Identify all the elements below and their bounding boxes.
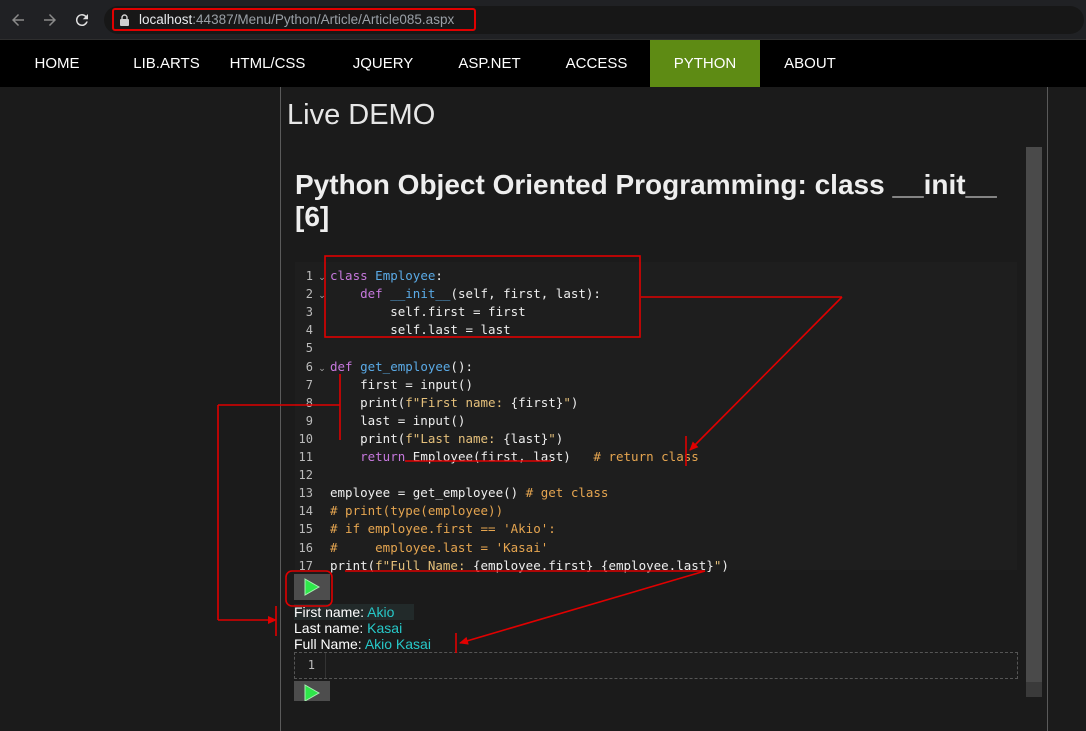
forward-button[interactable]: [38, 8, 62, 32]
line-number: 13: [298, 486, 313, 501]
fold-chevron-icon[interactable]: ⌄: [317, 267, 327, 285]
line-number: 4: [305, 323, 313, 338]
line-number: 11: [298, 450, 313, 464]
code-line: print(f"First name: {first}"): [330, 394, 579, 410]
scrollbar-thumb[interactable]: [1026, 147, 1042, 682]
run-button[interactable]: [294, 574, 330, 600]
gutter-separator: [325, 653, 326, 678]
nav-html-css[interactable]: HTML/CSS: [219, 40, 316, 87]
nav-access[interactable]: ACCESS: [543, 40, 650, 87]
reload-icon: [75, 14, 88, 27]
content-frame: Live DEMO Python Object Oriented Program…: [280, 87, 1048, 731]
code-line: employee = get_employee() # get class: [330, 485, 609, 501]
code-line: # print(type(employee)): [330, 503, 504, 519]
code-line: def get_employee():: [330, 358, 473, 374]
fold-chevron-icon[interactable]: ⌄: [317, 358, 327, 376]
code-line: self.last = last: [330, 322, 511, 338]
run-button-2[interactable]: [294, 681, 330, 701]
output-line-first: First name: Akio: [294, 604, 395, 620]
nav-asp-net[interactable]: ASP.NET: [436, 40, 543, 87]
code-line: class Employee:: [330, 268, 443, 283]
reload-button[interactable]: [70, 8, 94, 32]
code-line: self.first = first: [330, 304, 526, 320]
line-number: 1: [305, 269, 313, 283]
line-number: 16: [298, 540, 313, 555]
arrow-right-icon: [44, 14, 56, 26]
arrow-left-icon: [12, 14, 24, 26]
play-icon: [304, 684, 320, 701]
output-line-full: Full Name: Akio Kasai: [294, 636, 431, 652]
line-number: 14: [298, 504, 313, 519]
line-number: 9: [305, 413, 313, 428]
back-button[interactable]: [6, 8, 30, 32]
line-number: 10: [298, 431, 313, 446]
code-line: # if employee.first == 'Akio':: [330, 521, 556, 537]
output-line-last: Last name: Kasai: [294, 620, 403, 636]
article-heading: Python Object Oriented Programming: clas…: [295, 169, 997, 232]
site-nav: HOME LIB.ARTS HTML/CSS JQUERY ASP.NET AC…: [0, 40, 1086, 87]
code-editor[interactable]: 1 ⌄ 2 ⌄ 3 4 5 6 ⌄ 7 8 9 10 11 12 13 14 15 16 17 class Emplo…: [295, 262, 1017, 573]
line-number: 17: [298, 558, 313, 573]
code-line: return Employee(first, last) # return cl…: [360, 449, 699, 464]
line-number: 7: [305, 377, 313, 392]
live-demo-title: Live DEMO: [287, 99, 436, 131]
nav-jquery[interactable]: JQUERY: [330, 40, 436, 87]
code-line: def __init__(self, first, last):: [360, 286, 601, 302]
code-line: print(f"Last name: {last}"): [330, 430, 564, 446]
line-number: 3: [305, 305, 313, 320]
line-number: 15: [298, 522, 313, 537]
second-code-editor[interactable]: 1: [294, 652, 1018, 679]
code-line: first = input(): [330, 376, 473, 392]
fold-chevron-icon[interactable]: ⌄: [317, 285, 327, 303]
address-bar[interactable]: localhost:44387/Menu/Python/Article/Arti…: [104, 6, 1084, 34]
nav-lib-arts[interactable]: LIB.ARTS: [114, 40, 219, 87]
line-number: 2: [305, 287, 313, 302]
line-number: 6: [305, 359, 313, 374]
nav-python[interactable]: PYTHON: [650, 40, 760, 87]
line-number: 12: [298, 468, 313, 483]
code-line: last = input(): [330, 412, 466, 428]
url-text: localhost:44387/Menu/Python/Article/Arti…: [139, 12, 455, 27]
url-highlight: localhost:44387/Menu/Python/Article/Arti…: [112, 8, 476, 31]
browser-toolbar: localhost:44387/Menu/Python/Article/Arti…: [0, 0, 1086, 40]
nav-about[interactable]: ABOUT: [760, 40, 860, 87]
code-line: print(f"Full Name: {employee.first} {emp…: [330, 557, 729, 573]
line-number: 5: [305, 341, 313, 356]
line-number: 1: [307, 658, 315, 672]
code-line: # employee.last = 'Kasai': [330, 539, 549, 555]
lock-icon: [120, 13, 129, 26]
line-number: 8: [305, 395, 313, 410]
play-icon: [304, 578, 320, 596]
nav-home[interactable]: HOME: [0, 40, 114, 87]
